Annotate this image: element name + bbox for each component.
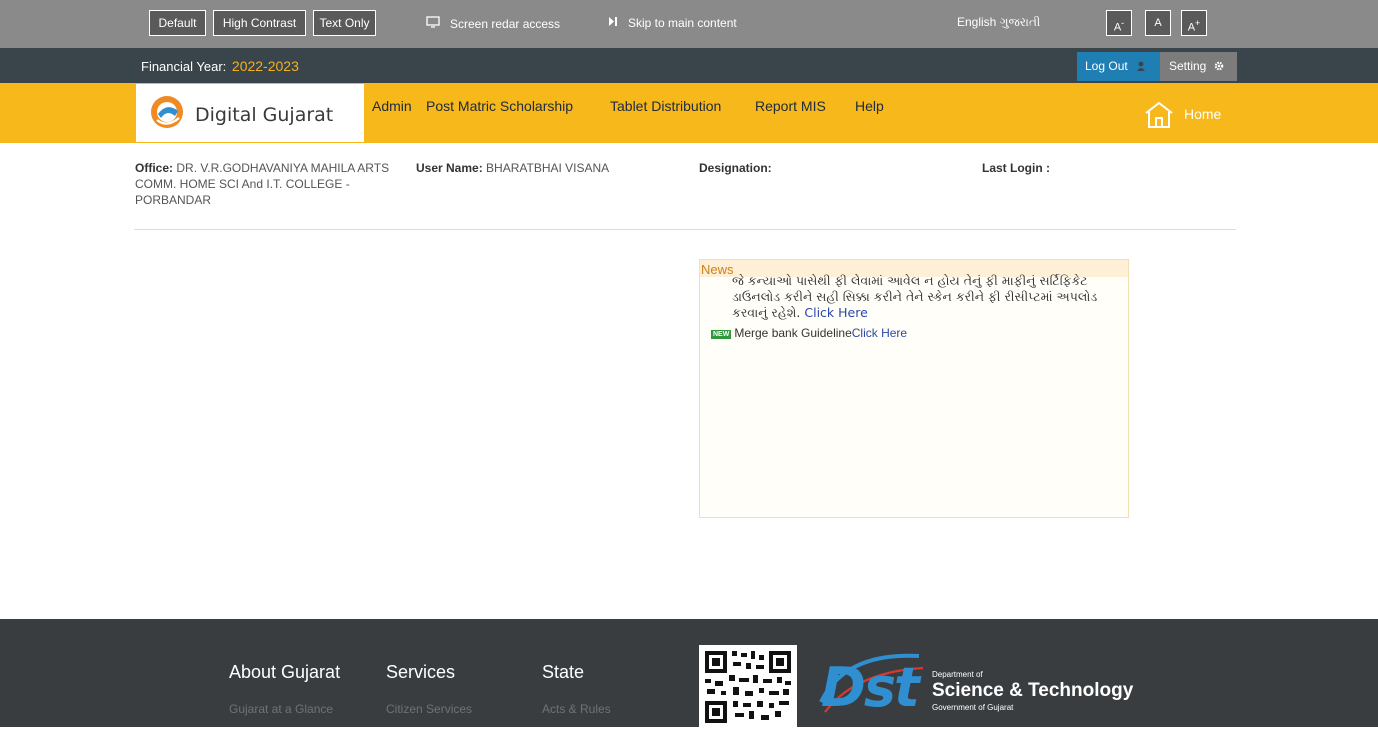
font-increase-label: A — [1187, 21, 1196, 34]
office-label: Office: — [135, 161, 174, 175]
gear-icon — [1214, 53, 1224, 82]
news-item-merge-bank: NEW Merge bank GuidelineClick Here — [711, 326, 907, 340]
financial-year: Financial Year: 2022-2023 — [141, 58, 299, 74]
office-value: DR. V.R.GODHAVANIYA MAHILA ARTS COMM. HO… — [135, 161, 390, 207]
news-item-text: જે કન્યાઓ પાસેથી ફી લેવામાં આવેલ ન હોય ત… — [732, 273, 1098, 320]
qr-code — [699, 645, 797, 727]
high-contrast-button[interactable]: High Contrast — [213, 10, 306, 36]
dst-logo-text: Dst — [821, 656, 920, 719]
nav-help[interactable]: Help — [855, 98, 884, 114]
designation-info: Designation: — [699, 160, 772, 176]
news-title: News — [701, 262, 734, 277]
username-value: BHARATBHAI VISANA — [486, 161, 610, 175]
setting-label: Setting — [1169, 59, 1207, 73]
financial-year-label: Financial Year: — [141, 59, 227, 74]
dst-gov-label: Government of Gujarat — [932, 703, 1014, 712]
home-label: Home — [1184, 106, 1222, 122]
home-icon — [1143, 100, 1175, 133]
font-normal-button[interactable]: A — [1145, 10, 1171, 36]
footer-state-link[interactable]: Acts & Rules — [542, 702, 611, 716]
dst-dept-label: Department of — [932, 670, 983, 679]
skip-forward-icon — [608, 16, 618, 30]
news-item-fee-certificate: જે કન્યાઓ પાસેથી ફી લેવામાં આવેલ ન હોય ત… — [732, 273, 1112, 321]
merge-bank-link[interactable]: Click Here — [852, 326, 907, 340]
username-label: User Name: — [416, 161, 483, 175]
font-normal-label: A — [1154, 17, 1162, 29]
dst-logo: Dst — [815, 642, 927, 727]
font-decrease-button[interactable]: A- — [1106, 10, 1132, 36]
footer-services-link[interactable]: Citizen Services — [386, 702, 472, 716]
new-badge: NEW — [711, 330, 732, 339]
last-login-info: Last Login : — [982, 160, 1050, 176]
brand-name: Digital Gujarat — [195, 104, 334, 126]
merge-bank-text: Merge bank Guideline — [734, 326, 852, 340]
language-switch[interactable]: English ગુજરાતી — [957, 15, 1040, 30]
footer-state-heading: State — [542, 662, 585, 682]
financial-year-value: 2022-2023 — [231, 58, 299, 74]
logout-button[interactable]: Log Out — [1077, 52, 1160, 81]
last-login-label: Last Login : — [982, 161, 1050, 175]
logout-label: Log Out — [1085, 59, 1128, 73]
office-info: Office: DR. V.R.GODHAVANIYA MAHILA ARTS … — [135, 160, 400, 208]
footer-about-heading: About Gujarat — [229, 662, 341, 682]
monitor-icon — [426, 16, 440, 31]
text-only-button[interactable]: Text Only — [313, 10, 376, 36]
screen-reader-label: Screen redar access — [450, 17, 561, 31]
divider — [134, 229, 1236, 230]
nav-tablet-distribution[interactable]: Tablet Distribution — [610, 98, 721, 114]
footer-about-link[interactable]: Gujarat at a Glance — [229, 702, 333, 716]
user-icon — [1137, 53, 1146, 82]
username-info: User Name: BHARATBHAI VISANA — [416, 160, 609, 176]
brand-emblem-icon — [149, 94, 185, 135]
accessibility-bar: Default High Contrast Text Only Screen r… — [0, 0, 1378, 48]
designation-label: Designation: — [699, 161, 772, 175]
dst-department: Department of Science & Technology Gover… — [932, 670, 1133, 712]
news-panel: News જે કન્યાઓ પાસેથી ફી લેવામાં આવેલ ન … — [699, 259, 1129, 518]
screen-reader-link[interactable]: Screen redar access — [426, 16, 560, 31]
default-theme-button[interactable]: Default — [149, 10, 206, 36]
skip-to-content-label: Skip to main content — [628, 16, 737, 30]
footer — [0, 619, 1378, 727]
dst-name: Science & Technology — [932, 680, 1134, 701]
font-increase-button[interactable]: A+ — [1181, 10, 1207, 36]
skip-to-content-link[interactable]: Skip to main content — [608, 16, 737, 30]
nav-admin[interactable]: Admin — [372, 98, 412, 114]
nav-post-matric-scholarship[interactable]: Post Matric Scholarship — [426, 98, 573, 114]
digital-gujarat-logo[interactable]: Digital Gujarat — [136, 84, 364, 142]
fee-certificate-link[interactable]: Click Here — [804, 305, 867, 320]
nav-report-mis[interactable]: Report MIS — [755, 98, 826, 114]
setting-button[interactable]: Setting — [1160, 52, 1237, 81]
footer-services-heading: Services — [386, 662, 456, 682]
